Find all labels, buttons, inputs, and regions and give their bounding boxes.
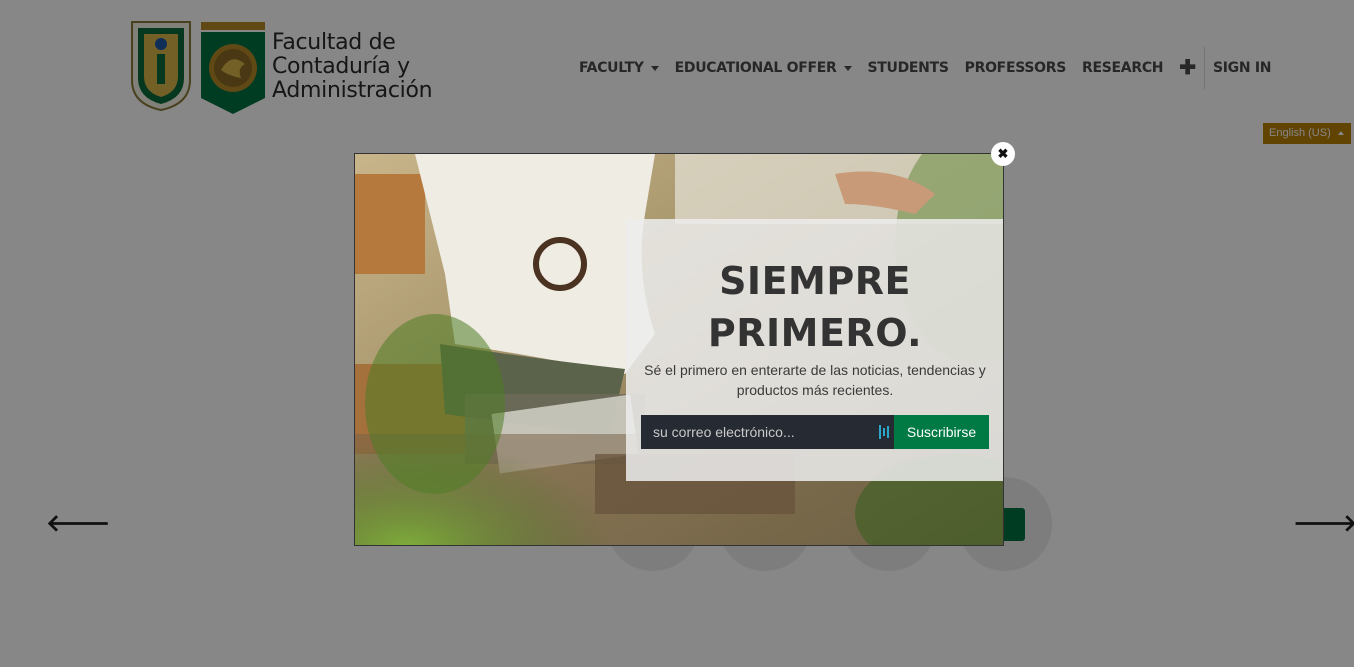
close-icon[interactable]: ✖ bbox=[991, 142, 1015, 166]
password-manager-icon[interactable] bbox=[879, 425, 889, 439]
subscribe-button[interactable]: Suscribirse bbox=[894, 415, 989, 449]
newsletter-modal: SIEMPRE PRIMERO. Sé el primero en entera… bbox=[354, 153, 1004, 546]
headline-line-2: PRIMERO. bbox=[707, 311, 923, 355]
headline-line-1: SIEMPRE bbox=[719, 259, 911, 303]
email-field[interactable] bbox=[641, 415, 894, 449]
newsletter-subtitle: Sé el primero en enterarte de las notici… bbox=[644, 362, 986, 398]
newsletter-panel: SIEMPRE PRIMERO. Sé el primero en entera… bbox=[626, 219, 1003, 481]
newsletter-headline: SIEMPRE PRIMERO. bbox=[626, 255, 1003, 359]
